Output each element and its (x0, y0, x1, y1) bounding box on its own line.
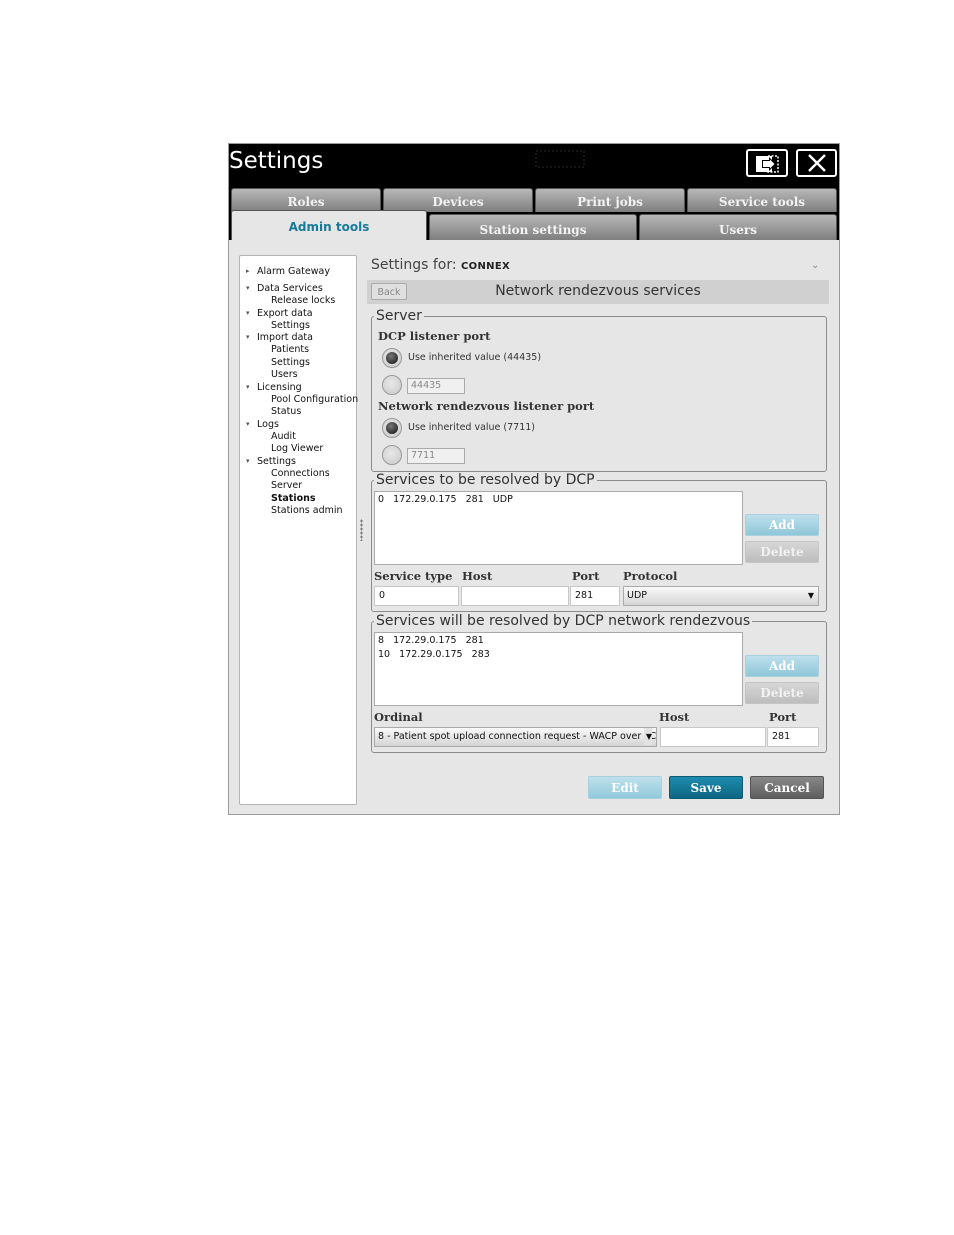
chevron-down-icon[interactable]: ▾ (246, 309, 250, 317)
dcp-port-field[interactable]: 44435 (407, 378, 465, 394)
chevron-down-icon[interactable]: ▾ (246, 383, 250, 391)
dcp-custom-radio[interactable] (382, 375, 402, 395)
service-type-input[interactable]: 0 (374, 586, 459, 606)
protocol-value: UDP (627, 590, 647, 601)
tree-item[interactable]: Stations (271, 493, 316, 504)
logout-icon (754, 154, 782, 178)
nr-custom-radio[interactable] (382, 445, 402, 465)
dcp-services-legend: Services to be resolved by DCP (376, 472, 595, 488)
tree-item[interactable]: Status (271, 406, 301, 417)
nr-delete-button[interactable]: Delete (745, 682, 819, 704)
dcp-inherited-radio[interactable] (382, 348, 402, 368)
close-icon (807, 153, 827, 177)
server-legend: Server (376, 308, 422, 324)
page-header-bar: Network rendezvous services Back (367, 280, 829, 304)
close-button[interactable] (796, 149, 837, 177)
dropdown-arrow-icon: ▼ (807, 591, 814, 600)
list-item[interactable]: 8 172.29.0.175 281 (378, 635, 484, 646)
host-input[interactable] (461, 586, 569, 606)
ordinal-value: 8 - Patient spot upload connection reque… (378, 731, 657, 742)
tab-users[interactable]: Users (639, 214, 837, 240)
tree-item[interactable]: Connections (271, 468, 330, 479)
port-input[interactable]: 281 (570, 586, 620, 606)
tree-item[interactable]: Settings (257, 456, 296, 467)
nr-port-field[interactable]: 7711 (407, 448, 465, 464)
tree-item[interactable]: Release locks (271, 295, 335, 306)
dcp-services-list[interactable]: 0 172.29.0.175 281 UDP (374, 491, 743, 565)
port-label: Port (572, 569, 600, 583)
tab-service-tools[interactable]: Service tools (687, 188, 837, 212)
tree-item[interactable]: Stations admin (271, 505, 343, 516)
tree-item[interactable]: Licensing (257, 382, 302, 393)
tree-item[interactable]: Logs (257, 419, 279, 430)
settings-for-label: Settings for: (371, 257, 457, 273)
tree-item[interactable]: Settings (271, 320, 310, 331)
nr-services-legend: Services will be resolved by DCP network… (376, 613, 751, 629)
tree-item[interactable]: Log Viewer (271, 443, 323, 454)
ordinal-select[interactable]: 8 - Patient spot upload connection reque… (374, 727, 657, 747)
tab-station-settings[interactable]: Station settings (429, 214, 637, 240)
navigation-tree: ▸ Alarm Gateway ▾ Data Services Release lock… (239, 255, 358, 805)
title-watermark (535, 150, 585, 168)
nr-host-input[interactable] (660, 727, 766, 747)
page-title: Network rendezvous services (495, 283, 701, 299)
service-type-label: Service type (374, 569, 453, 583)
logout-button[interactable] (746, 149, 788, 177)
dropdown-arrow-icon: ▼ (643, 728, 652, 745)
chevron-right-icon[interactable]: ▸ (246, 267, 250, 275)
splitter-handle[interactable] (360, 519, 363, 541)
tree-item[interactable]: Alarm Gateway (257, 266, 330, 277)
tab-admin-tools[interactable]: Admin tools (231, 210, 427, 240)
tab-print-jobs[interactable]: Print jobs (535, 188, 685, 212)
ordinal-label: Ordinal (374, 710, 423, 724)
tab-strip: Roles Devices Print jobs Service tools A… (229, 186, 839, 240)
edit-button[interactable]: Edit (588, 776, 662, 799)
chevron-down-icon[interactable]: ▾ (246, 457, 250, 465)
list-item[interactable]: 10 172.29.0.175 283 (378, 649, 490, 660)
tab-devices[interactable]: Devices (383, 188, 533, 212)
nr-host-label: Host (659, 710, 690, 724)
dcp-add-button[interactable]: Add (745, 514, 819, 536)
nr-inherited-label: Use inherited value (7711) (408, 422, 536, 433)
protocol-label: Protocol (623, 569, 678, 583)
chevron-down-icon[interactable]: ⌄ (811, 260, 819, 271)
list-item[interactable]: 0 172.29.0.175 281 UDP (378, 494, 513, 505)
nr-listener-port-label: Network rendezvous listener port (378, 399, 595, 413)
cancel-button[interactable]: Cancel (750, 776, 824, 799)
chevron-down-icon[interactable]: ▾ (246, 333, 250, 341)
tree-item[interactable]: Export data (257, 308, 313, 319)
save-button[interactable]: Save (669, 776, 743, 799)
chevron-down-icon[interactable]: ▾ (246, 420, 250, 428)
nr-inherited-radio[interactable] (382, 418, 402, 438)
nr-port-label: Port (769, 710, 797, 724)
tree-item[interactable]: Users (271, 369, 298, 380)
window-title: Settings (229, 148, 324, 174)
nr-add-button[interactable]: Add (745, 655, 819, 677)
tree-item[interactable]: Data Services (257, 283, 323, 294)
dcp-listener-port-label: DCP listener port (378, 329, 491, 343)
tree-item[interactable]: Settings (271, 357, 310, 368)
title-bar: Settings (229, 144, 839, 186)
tree-item[interactable]: Import data (257, 332, 313, 343)
dcp-delete-button[interactable]: Delete (745, 541, 819, 563)
nr-port-input[interactable]: 281 (767, 727, 819, 747)
protocol-select[interactable]: UDP ▼ (623, 586, 819, 606)
tab-roles[interactable]: Roles (231, 188, 381, 212)
settings-for-value: CONNEX (461, 261, 510, 272)
chevron-down-icon[interactable]: ▾ (246, 284, 250, 292)
host-label: Host (462, 569, 493, 583)
tree-item[interactable]: Pool Configuration (271, 394, 358, 405)
tree-item[interactable]: Audit (271, 431, 296, 442)
settings-for[interactable]: Settings for: CONNEX (371, 257, 510, 273)
nr-services-list[interactable]: 8 172.29.0.175 281 10 172.29.0.175 283 (374, 632, 743, 706)
back-button[interactable]: Back (371, 283, 407, 300)
settings-window: Settings Roles Devices Print jobs Servic… (228, 143, 840, 815)
dcp-inherited-label: Use inherited value (44435) (408, 352, 542, 363)
tree-item[interactable]: Server (271, 480, 302, 491)
tree-item[interactable]: Patients (271, 344, 309, 355)
